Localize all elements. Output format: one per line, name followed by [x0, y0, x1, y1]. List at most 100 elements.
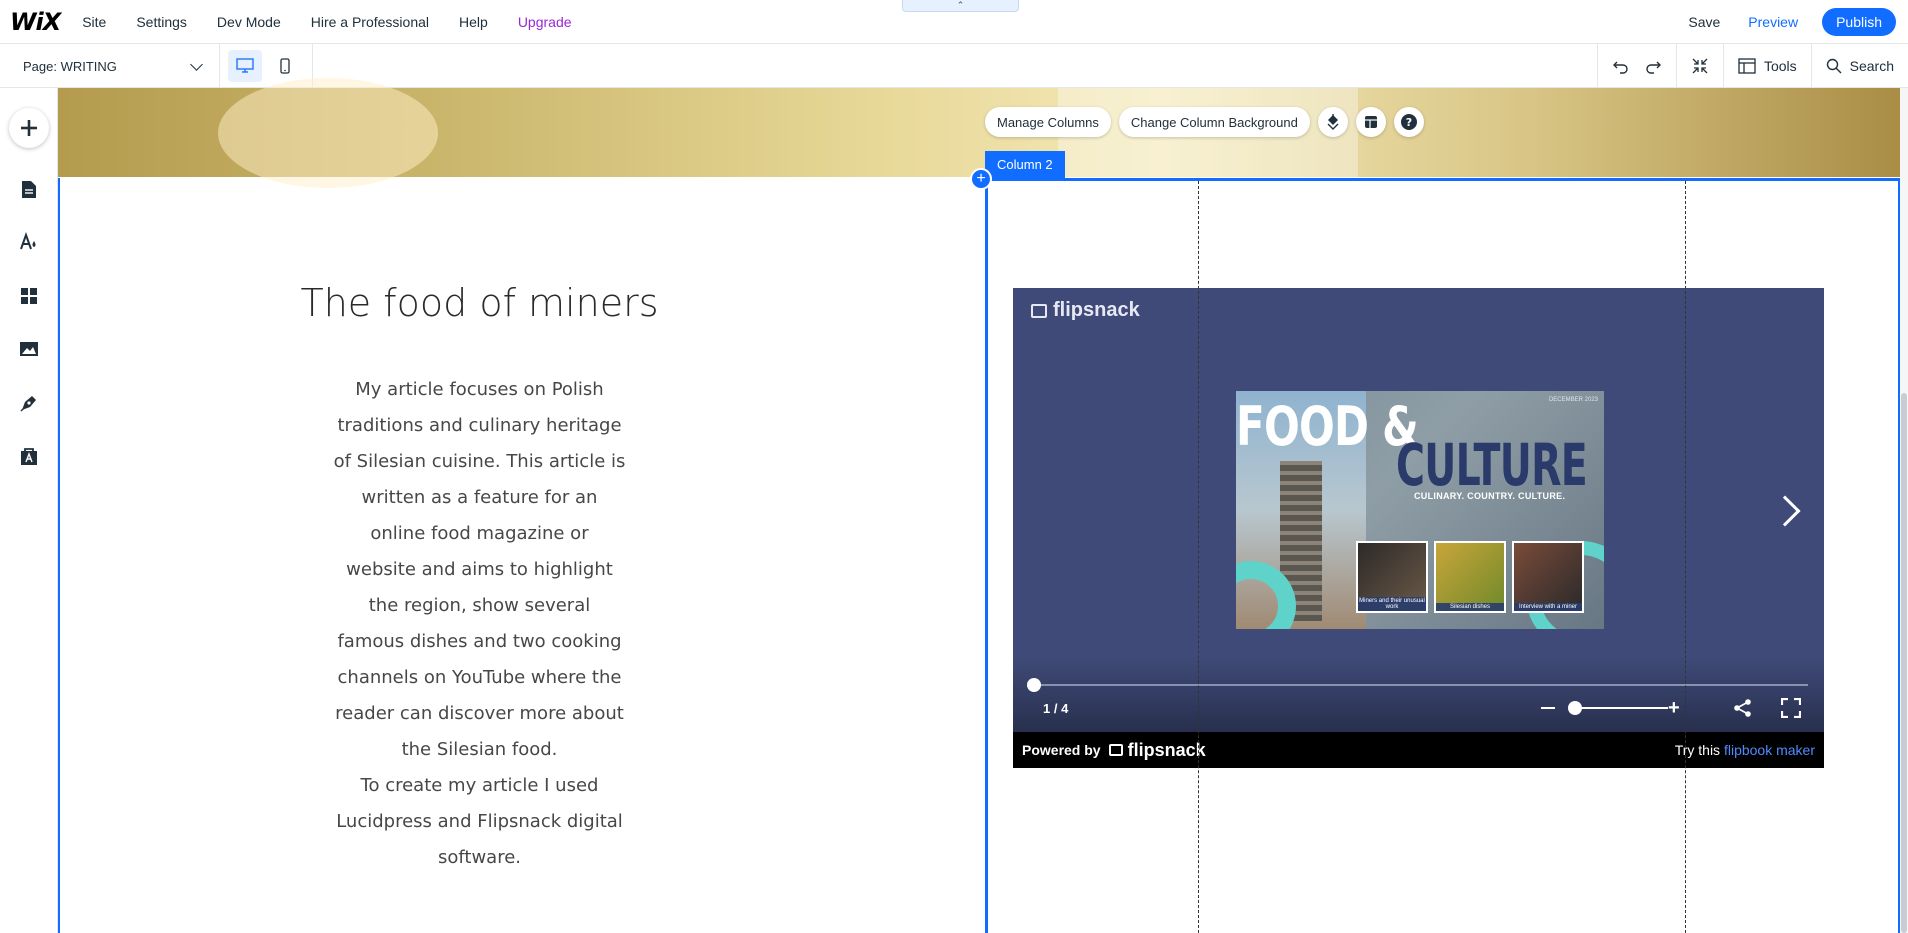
powered-by-bar: Powered by flipsnack Try this flipbook m… — [1013, 732, 1824, 768]
menu-site[interactable]: Site — [82, 14, 106, 30]
share-icon[interactable] — [1733, 698, 1753, 718]
column-guide-line — [1198, 181, 1199, 933]
top-right-actions: Save Preview Publish — [1688, 8, 1896, 36]
flipsnack-embed[interactable]: flipsnack FOOD & CULTURE CULINARY. COUNT… — [1013, 288, 1824, 768]
business-button[interactable] — [19, 446, 39, 466]
column-guide-line — [1685, 181, 1686, 933]
mobile-view-button[interactable] — [268, 50, 302, 82]
search-label: Search — [1849, 58, 1894, 74]
zoom-out-group — [1677, 44, 1723, 88]
scrollbar-thumb[interactable] — [1901, 393, 1907, 933]
flipbook-maker-link[interactable]: flipbook maker — [1724, 742, 1815, 758]
flipsnack-logo-icon — [1031, 303, 1047, 318]
top-menu: Site Settings Dev Mode Hire a Profession… — [82, 14, 601, 30]
arrange-button[interactable] — [1317, 107, 1348, 137]
apps-icon — [21, 288, 37, 304]
flipbook-controls: 1 / 4 + — [1013, 656, 1824, 736]
cover-thumbnail: Silesian dishes — [1434, 541, 1506, 613]
save-button[interactable]: Save — [1688, 14, 1720, 30]
article-heading[interactable]: The food of miners — [258, 281, 701, 325]
desktop-view-button[interactable] — [228, 50, 262, 82]
desktop-icon — [236, 58, 254, 73]
zoom-slider-track[interactable] — [1575, 707, 1668, 709]
pages-menu-button[interactable] — [19, 179, 39, 199]
pages-icon — [22, 180, 36, 198]
cover-thumbnail: Miners and their unusual work — [1356, 541, 1428, 613]
tools-icon — [1738, 58, 1756, 74]
help-button[interactable]: ? — [1393, 107, 1424, 137]
page-selector-label: Page: WRITING — [23, 58, 117, 74]
article-body[interactable]: My article focuses on Polish traditions … — [333, 372, 626, 876]
business-icon — [21, 448, 37, 465]
help-icon: ? — [1400, 114, 1417, 130]
layout-icon — [1364, 116, 1377, 128]
search-icon — [1826, 58, 1842, 74]
thumbnail-caption: Interview with a miner — [1514, 603, 1582, 611]
page-progress-handle[interactable] — [1027, 678, 1041, 692]
column-2-tag[interactable]: Column 2 — [985, 151, 1065, 178]
zoom-minus-icon[interactable] — [1541, 707, 1555, 709]
vertical-scrollbar[interactable] — [1900, 88, 1908, 933]
try-flipbook-link[interactable]: Try this flipbook maker — [1675, 742, 1815, 758]
undo-icon[interactable] — [1612, 58, 1630, 74]
redo-icon[interactable] — [1644, 58, 1662, 74]
undo-redo — [1598, 44, 1676, 88]
collapse-top-bar-tab[interactable]: ⌃ — [902, 0, 1019, 12]
add-apps-button[interactable] — [19, 286, 39, 306]
left-sidebar — [0, 88, 58, 933]
layout-button[interactable] — [1355, 107, 1386, 137]
add-elements-button[interactable] — [9, 108, 49, 148]
cover-title-culture: CULTURE — [1396, 431, 1588, 499]
menu-hire-professional[interactable]: Hire a Professional — [311, 14, 429, 30]
hero-image-highlight — [218, 78, 438, 188]
preview-button[interactable]: Preview — [1748, 14, 1798, 30]
menu-upgrade[interactable]: Upgrade — [518, 14, 572, 30]
media-icon — [20, 342, 38, 356]
publish-button[interactable]: Publish — [1822, 8, 1896, 36]
design-icon — [20, 232, 36, 250]
menu-settings[interactable]: Settings — [136, 14, 187, 30]
page-indicator: 1 / 4 — [1043, 701, 1069, 716]
site-design-button[interactable] — [19, 232, 39, 252]
zoom-slider-handle[interactable] — [1568, 701, 1582, 715]
powered-by-logo[interactable]: flipsnack — [1108, 739, 1206, 761]
zoom-plus-icon[interactable]: + — [1668, 698, 1680, 718]
pen-icon — [20, 396, 36, 412]
tools-button[interactable]: Tools — [1724, 44, 1811, 88]
page-progress-track[interactable] — [1033, 684, 1808, 686]
right-tools: Tools Search — [1596, 44, 1908, 88]
add-icon — [21, 120, 37, 136]
media-button[interactable] — [19, 339, 39, 359]
page-selector[interactable]: Page: WRITING — [0, 44, 220, 88]
zoom-out-icon[interactable] — [1691, 57, 1709, 75]
cover-title-food: FOOD & — [1236, 395, 1419, 458]
hero-image-strip[interactable] — [58, 78, 1901, 188]
change-column-background-button[interactable]: Change Column Background — [1118, 107, 1310, 137]
try-prefix: Try this — [1674, 742, 1721, 758]
fullscreen-icon[interactable] — [1781, 698, 1801, 718]
manage-columns-button[interactable]: Manage Columns — [985, 107, 1111, 137]
mobile-icon — [280, 58, 290, 74]
menu-help[interactable]: Help — [459, 14, 488, 30]
thumbnail-caption: Silesian dishes — [1436, 603, 1504, 611]
search-button[interactable]: Search — [1812, 44, 1908, 88]
column-actions-bar: Manage Columns Change Column Background … — [985, 107, 1432, 137]
flipbook-cover[interactable]: FOOD & CULTURE CULINARY. COUNTRY. CULTUR… — [1236, 391, 1604, 629]
chevron-down-icon — [190, 58, 203, 71]
wix-editor: WiX Site Settings Dev Mode Hire a Profes… — [0, 0, 1908, 933]
wix-logo[interactable]: WiX — [10, 8, 61, 36]
cover-subtitle: CULINARY. COUNTRY. CULTURE. — [1414, 491, 1566, 501]
flipsnack-logo: flipsnack — [1031, 299, 1140, 322]
add-column-button[interactable]: + — [970, 168, 992, 190]
powered-by-label: Powered by — [1022, 742, 1101, 758]
next-page-arrow-icon[interactable] — [1769, 495, 1801, 527]
cover-thumbnail: Interview with a miner — [1512, 541, 1584, 613]
powered-by-brand: flipsnack — [1127, 739, 1206, 760]
menu-dev-mode[interactable]: Dev Mode — [217, 14, 281, 30]
blog-button[interactable] — [19, 393, 39, 413]
tools-label: Tools — [1763, 58, 1797, 74]
top-bar: WiX Site Settings Dev Mode Hire a Profes… — [0, 0, 1908, 44]
cover-date: DECEMBER 2023 — [1548, 397, 1598, 403]
flipsnack-logo-icon — [1108, 744, 1123, 756]
svg-text:?: ? — [1406, 116, 1412, 129]
